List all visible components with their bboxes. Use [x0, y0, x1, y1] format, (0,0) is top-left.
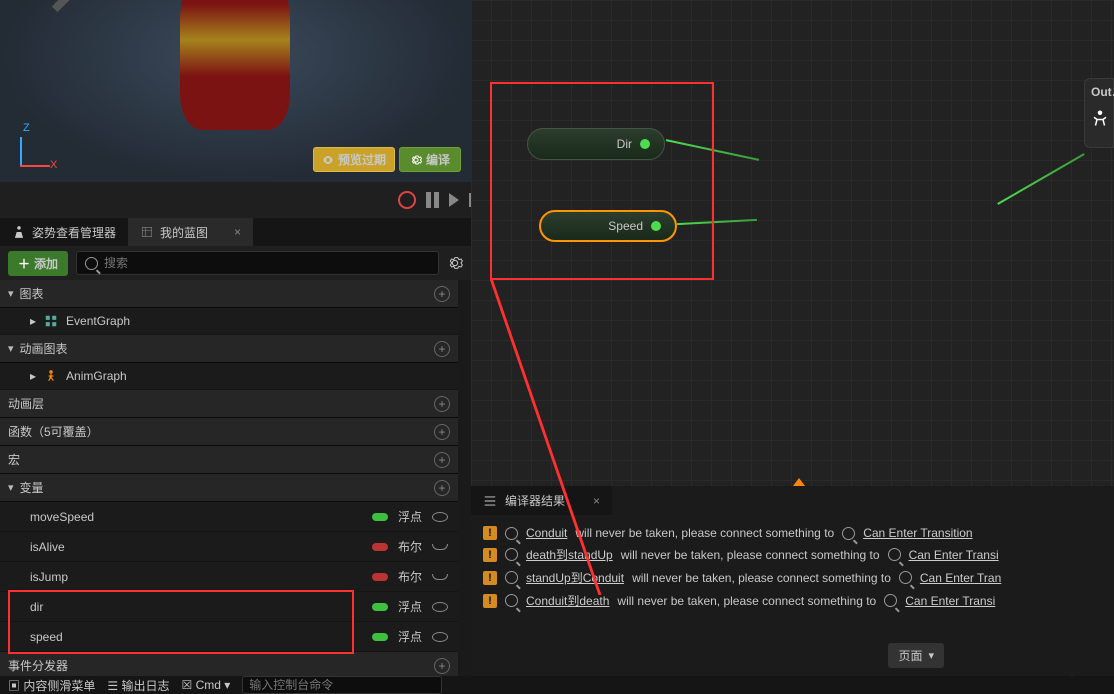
- link[interactable]: Can Enter Tran: [920, 571, 1001, 585]
- visibility-icon[interactable]: [432, 544, 448, 550]
- compiler-message: !Conduit到death will never be taken, plea…: [483, 589, 1102, 612]
- resize-handle[interactable]: [793, 478, 805, 486]
- compiler-message: !death到standUp will never be taken, plea…: [483, 543, 1102, 566]
- compiler-tab[interactable]: 编译器结果 ×: [471, 486, 612, 515]
- search-icon[interactable]: [888, 548, 901, 561]
- link[interactable]: Conduit: [526, 526, 567, 540]
- character-mesh: [180, 0, 290, 130]
- graph-icon: [44, 314, 58, 328]
- search-input[interactable]: [104, 256, 430, 270]
- link[interactable]: Conduit到death: [526, 592, 609, 609]
- item-event-graph[interactable]: ▸ EventGraph: [0, 308, 458, 335]
- compiler-panel: 编译器结果 × !Conduit will never be taken, pl…: [471, 486, 1114, 676]
- visibility-icon[interactable]: [432, 602, 448, 612]
- link[interactable]: Can Enter Transi: [909, 548, 999, 562]
- tab-pose-manager[interactable]: 姿势查看管理器: [0, 218, 128, 247]
- section-macros[interactable]: 宏+: [0, 446, 458, 474]
- eye-icon: [322, 154, 334, 166]
- playback-bar: [0, 182, 471, 218]
- section-anim-graphs[interactable]: ▾ 动画图表+: [0, 335, 458, 363]
- settings-icon[interactable]: [447, 255, 463, 271]
- search-icon[interactable]: [899, 571, 912, 584]
- gear-icon: [410, 154, 422, 166]
- output-pin[interactable]: [640, 139, 650, 149]
- search-icon[interactable]: [842, 527, 855, 540]
- variable-isJump[interactable]: isJump布尔: [0, 562, 458, 592]
- compiler-message: !Conduit will never be taken, please con…: [483, 523, 1102, 543]
- search-icon[interactable]: [505, 571, 518, 584]
- search-icon: [85, 257, 98, 270]
- section-variables[interactable]: ▾ 变量+: [0, 474, 458, 502]
- section-graphs[interactable]: ▾ 图表+: [0, 280, 458, 308]
- warning-icon: !: [483, 571, 497, 585]
- output-pin[interactable]: [651, 221, 661, 231]
- preview-expired-button[interactable]: 预览过期: [313, 147, 395, 172]
- close-icon[interactable]: ×: [593, 494, 600, 508]
- tab-my-blueprint[interactable]: 我的蓝图 ×: [128, 218, 253, 247]
- section-dispatchers[interactable]: 事件分发器+: [0, 652, 458, 676]
- warning-icon: !: [483, 548, 497, 562]
- my-blueprint-panel: ▾ 图表+ ▸ EventGraph ▾ 动画图表+ ▸ AnimGraph 动…: [0, 280, 458, 676]
- search-icon[interactable]: [505, 594, 518, 607]
- search-box[interactable]: [76, 251, 439, 275]
- panel-tabs: 姿势查看管理器 我的蓝图 ×: [0, 218, 471, 246]
- panel-toolbar: ＋添加: [0, 246, 471, 280]
- link[interactable]: Can Enter Transi: [905, 594, 995, 608]
- wire: [677, 219, 757, 225]
- link[interactable]: Can Enter Transition: [863, 526, 972, 540]
- status-bar: ▣ 内容侧滑菜单 ☰ 输出日志 ☒ Cmd ▾: [0, 676, 1114, 694]
- wire: [997, 153, 1085, 205]
- content-drawer-button[interactable]: ▣ 内容侧滑菜单: [8, 677, 95, 694]
- close-icon[interactable]: ×: [234, 225, 241, 239]
- search-icon[interactable]: [505, 548, 518, 561]
- pause-button[interactable]: [426, 192, 439, 208]
- section-functions[interactable]: 函数（5可覆盖）+: [0, 418, 458, 446]
- visibility-icon[interactable]: [432, 574, 448, 580]
- wire: [666, 139, 759, 161]
- record-button[interactable]: [398, 191, 416, 209]
- variable-speed[interactable]: speed浮点: [0, 622, 458, 652]
- visibility-icon[interactable]: [432, 632, 448, 642]
- link[interactable]: death到standUp: [526, 546, 613, 563]
- search-icon[interactable]: [884, 594, 897, 607]
- anim-icon: [44, 369, 58, 383]
- axes-gizmo: Z X: [20, 127, 60, 167]
- link[interactable]: standUp到Conduit: [526, 569, 624, 586]
- output-log-button[interactable]: ☰ 输出日志: [107, 677, 169, 694]
- variable-moveSpeed[interactable]: moveSpeed浮点: [0, 502, 458, 532]
- variable-isAlive[interactable]: isAlive布尔: [0, 532, 458, 562]
- blueprint-icon: [140, 225, 154, 239]
- weapon: [52, 0, 128, 12]
- viewport[interactable]: Z X 预览过期 编译: [0, 0, 471, 182]
- visibility-icon[interactable]: [432, 512, 448, 522]
- compiler-message: !standUp到Conduit will never be taken, pl…: [483, 566, 1102, 589]
- search-icon[interactable]: [505, 527, 518, 540]
- node-output[interactable]: Out…: [1084, 78, 1114, 148]
- console-input[interactable]: [242, 676, 442, 694]
- node-dir-var[interactable]: Dir: [527, 128, 665, 160]
- pager[interactable]: 页面 ▾: [888, 643, 944, 668]
- section-anim-layer[interactable]: 动画层+: [0, 390, 458, 418]
- pose-icon: [12, 225, 26, 239]
- add-icon[interactable]: +: [434, 286, 450, 302]
- list-icon: [483, 494, 497, 508]
- variable-dir[interactable]: dir浮点: [0, 592, 458, 622]
- cmd-label: ☒ Cmd ▾: [181, 678, 230, 692]
- item-anim-graph[interactable]: ▸ AnimGraph: [0, 363, 458, 390]
- step-button[interactable]: [449, 193, 459, 207]
- node-speed-var[interactable]: Speed: [539, 210, 677, 242]
- add-button[interactable]: ＋添加: [8, 251, 68, 276]
- graph-canvas[interactable]: Dir Speed IronMan_Idle2_Skeleton_BlendSp…: [471, 0, 1114, 486]
- warning-icon: !: [483, 526, 497, 540]
- compile-button[interactable]: 编译: [399, 147, 461, 172]
- person-icon: [1091, 109, 1109, 127]
- warning-icon: !: [483, 594, 497, 608]
